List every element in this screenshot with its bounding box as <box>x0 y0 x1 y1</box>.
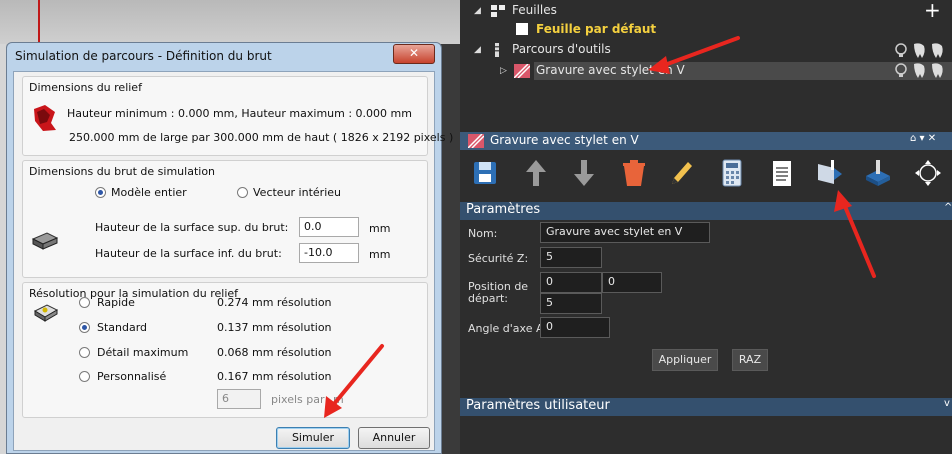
annotation-arrows <box>324 36 876 418</box>
